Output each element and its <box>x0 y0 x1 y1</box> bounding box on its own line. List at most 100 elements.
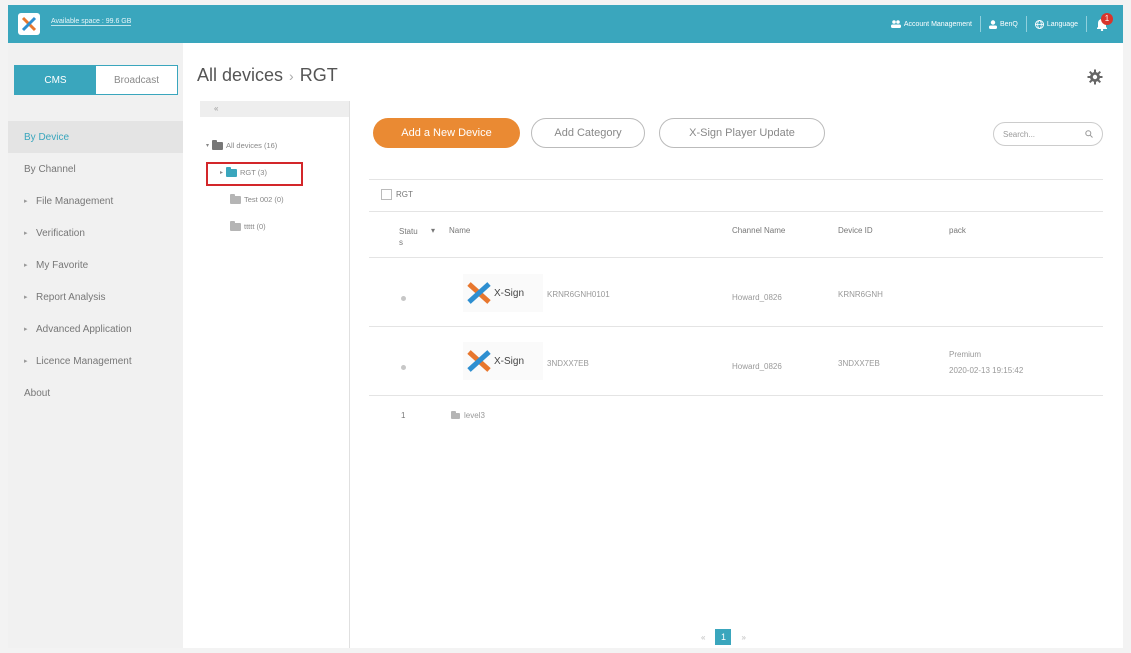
group-select-row: RGT <box>381 189 413 200</box>
sidebar-item-licence-management[interactable]: ▸ Licence Management <box>8 345 183 377</box>
caret-right-icon: ▸ <box>24 198 28 205</box>
caret-right-icon: ▸ <box>24 326 28 333</box>
device-name: 3NDXX7EB <box>547 359 589 368</box>
tree-item-all-devices[interactable]: ▾ All devices (16) <box>206 139 278 150</box>
tab-cms[interactable]: CMS <box>15 66 96 94</box>
status-dot <box>401 365 406 370</box>
sidebar-item-advanced-application[interactable]: ▸ Advanced Application <box>8 313 183 345</box>
divider <box>369 395 1103 396</box>
user-icon <box>988 19 997 29</box>
thumbnail-text: X-Sign <box>494 355 525 367</box>
divider <box>979 16 981 32</box>
pagination: « 1 » <box>701 629 746 645</box>
sidebar-item-label: By Channel <box>24 163 76 175</box>
thumbnail-text: X-Sign <box>494 287 525 299</box>
folder-icon <box>212 139 224 150</box>
language-menu[interactable]: Language <box>1034 19 1078 29</box>
globe-icon <box>1034 19 1044 29</box>
column-header-status[interactable]: Statu s <box>399 226 421 248</box>
device-panel: Add a New Device Add Category X-Sign Pla… <box>351 101 1123 648</box>
sidebar-item-about[interactable]: About <box>8 377 183 409</box>
folder-icon <box>230 193 241 204</box>
prev-page-button[interactable]: « <box>701 633 705 642</box>
notification-bell[interactable]: 1 <box>1095 13 1113 32</box>
folder-icon <box>230 220 241 231</box>
select-all-checkbox[interactable] <box>381 189 392 200</box>
xsign-logo-icon <box>467 350 491 372</box>
status-dot <box>401 296 406 301</box>
device-thumbnail: X-Sign <box>463 342 543 380</box>
caret-right-icon: ▸ <box>24 294 28 301</box>
column-header-pack[interactable]: pack <box>949 226 966 235</box>
tab-broadcast[interactable]: Broadcast <box>96 66 177 94</box>
divider <box>369 179 1103 180</box>
sidebar-item-report-analysis[interactable]: ▸ Report Analysis <box>8 281 183 313</box>
tree-collapse-toggle[interactable]: « <box>200 101 349 117</box>
search-input[interactable]: Search... <box>993 122 1103 146</box>
sort-down-icon[interactable]: ▾ <box>431 226 435 235</box>
top-bar: Available space : 99.6 GB Account Manage… <box>8 5 1123 43</box>
device-thumbnail: X-Sign <box>463 274 543 312</box>
search-placeholder: Search... <box>1003 129 1036 139</box>
add-category-button[interactable]: Add Category <box>531 118 645 148</box>
gear-icon[interactable] <box>1087 69 1103 85</box>
breadcrumb-separator: › <box>289 68 294 84</box>
folder-icon <box>451 411 460 419</box>
sidebar-item-my-favorite[interactable]: ▸ My Favorite <box>8 249 183 281</box>
divider <box>369 326 1103 327</box>
main-area: CMS Broadcast By Device By Channel ▸ File… <box>8 43 1123 648</box>
breadcrumb: All devices › RGT <box>197 65 338 86</box>
column-header-channel[interactable]: Channel Name <box>732 226 785 235</box>
highlight-box <box>206 162 303 186</box>
player-update-button[interactable]: X-Sign Player Update <box>659 118 825 148</box>
divider <box>369 257 1103 258</box>
xsign-logo-icon <box>467 282 491 304</box>
sidebar: CMS Broadcast By Device By Channel ▸ File… <box>8 43 183 648</box>
page-button-current[interactable]: 1 <box>715 629 732 645</box>
divider <box>1086 16 1087 32</box>
user-menu[interactable]: BenQ <box>988 19 1018 29</box>
sidebar-item-label: About <box>24 387 51 399</box>
sidebar-item-verification[interactable]: ▸ Verification <box>8 217 183 249</box>
sidebar-nav: By Device By Channel ▸ File Management ▸ V… <box>8 121 183 409</box>
pack-value: Premium <box>949 350 982 359</box>
breadcrumb-root[interactable]: All devices <box>197 65 283 85</box>
sidebar-item-by-device[interactable]: By Device <box>8 121 183 153</box>
tree-item-test-002[interactable]: Test 002 (0) <box>230 193 284 204</box>
available-space-text: Available space : 99.6 GB <box>51 18 132 26</box>
account-management-label: Account Management <box>903 20 972 28</box>
sidebar-item-label: By Device <box>24 131 70 143</box>
device-name: KRNR6GNH0101 <box>547 290 610 299</box>
group-label: RGT <box>396 190 413 199</box>
breadcrumb-current: RGT <box>299 65 338 85</box>
sidebar-item-label: Licence Management <box>36 355 132 367</box>
user-name: BenQ <box>999 20 1018 28</box>
sidebar-item-label: Advanced Application <box>36 323 132 335</box>
sidebar-item-label: File Management <box>36 195 114 207</box>
pack-date: 2020-02-13 19:15:42 <box>949 366 1024 375</box>
tree-item-label: Test 002 (0) <box>244 195 284 204</box>
column-header-device-id[interactable]: Device ID <box>838 226 873 235</box>
caret-down-icon: ▾ <box>206 143 210 149</box>
xsign-logo-icon[interactable] <box>18 13 40 35</box>
mode-switch: CMS Broadcast <box>14 65 178 95</box>
sidebar-item-file-management[interactable]: ▸ File Management <box>8 185 183 217</box>
caret-right-icon: ▸ <box>24 230 28 237</box>
notification-badge: 1 <box>1101 13 1113 25</box>
divider <box>1025 16 1027 32</box>
device-id: 3NDXX7EB <box>838 359 880 368</box>
caret-right-icon: ▸ <box>24 262 28 269</box>
next-page-button[interactable]: » <box>741 633 745 642</box>
tree-item-ttttt[interactable]: ttttt (0) <box>230 220 266 231</box>
language-label: Language <box>1046 20 1078 28</box>
sidebar-item-by-channel[interactable]: By Channel <box>8 153 183 185</box>
device-id: KRNR6GNH <box>838 290 883 299</box>
column-header-name[interactable]: Name <box>449 226 470 235</box>
channel-name: Howard_0826 <box>732 362 782 371</box>
add-device-button[interactable]: Add a New Device <box>373 118 520 148</box>
sidebar-item-label: Verification <box>36 227 85 239</box>
account-management-link[interactable]: Account Management <box>890 20 972 28</box>
tree-item-label: ttttt (0) <box>244 222 266 231</box>
channel-name: Howard_0826 <box>732 293 782 302</box>
tree-item-label: All devices (16) <box>226 141 278 150</box>
